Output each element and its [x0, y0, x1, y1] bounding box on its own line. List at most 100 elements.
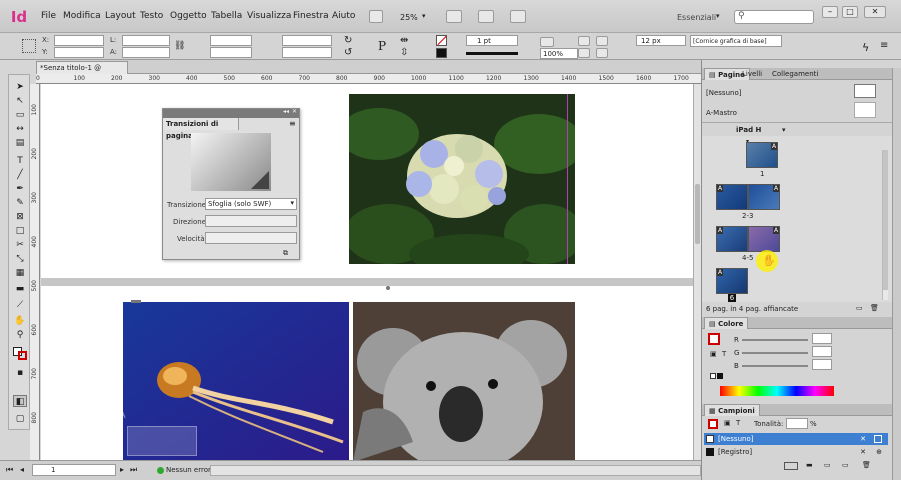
view-options-icon[interactable]	[446, 10, 462, 23]
apply-color-icon[interactable]: ▪	[13, 367, 27, 379]
chevron-down-icon[interactable]: ▾	[716, 12, 720, 20]
black-color-icon[interactable]	[717, 373, 723, 379]
spread-1[interactable]	[41, 84, 693, 278]
new-color-group-icon[interactable]: ▬	[806, 461, 813, 469]
stroke-swatch[interactable]	[436, 48, 447, 58]
scissors-tool-icon[interactable]: ✂	[13, 239, 27, 251]
tab-swatches[interactable]: ▦ Campioni	[704, 404, 760, 416]
preflight-status[interactable]: Nessun errore	[166, 466, 215, 474]
device-select[interactable]: iPad H	[736, 126, 761, 134]
screen-mode-icon[interactable]: ▢	[13, 413, 27, 425]
menu-aiuto[interactable]: Aiuto	[332, 11, 355, 21]
scale-y-field[interactable]	[210, 47, 252, 58]
trash-icon[interactable]: 🗑	[862, 461, 871, 469]
lightning-icon[interactable]: ϟ	[862, 41, 869, 54]
g-field[interactable]	[812, 346, 832, 357]
menu-testo[interactable]: Testo	[140, 11, 163, 21]
content-collector-icon[interactable]: ▤	[13, 137, 27, 149]
close-icon[interactable]: ✕	[864, 6, 886, 18]
none-master-thumb[interactable]	[854, 84, 876, 98]
r-slider[interactable]	[742, 339, 808, 341]
trash-icon[interactable]: 🗑	[870, 304, 879, 312]
arrange-documents-icon[interactable]	[510, 10, 526, 23]
menu-visualizza[interactable]: Visualizza	[247, 11, 291, 21]
height-field[interactable]	[122, 47, 170, 58]
chevron-down-icon[interactable]: ▾	[422, 12, 426, 20]
horizontal-scrollbar[interactable]	[210, 465, 701, 476]
tab-color[interactable]: ▤ Colore	[704, 317, 749, 329]
pages-scrollbar[interactable]	[882, 150, 888, 300]
page-1-thumb[interactable]: A	[746, 142, 778, 168]
swatch-options-icon[interactable]: ▭	[842, 461, 849, 469]
g-slider[interactable]	[742, 352, 808, 354]
free-transform-tool-icon[interactable]: ⤡	[13, 253, 27, 265]
color-spectrum[interactable]	[720, 386, 834, 396]
vertical-scrollbar[interactable]	[693, 84, 701, 460]
gradient-tool-icon[interactable]: ▦	[13, 267, 27, 279]
rectangle-tool-icon[interactable]: □	[13, 225, 27, 237]
page-field[interactable]: 1	[32, 464, 116, 476]
eyedropper-tool-icon[interactable]: ⟋	[13, 299, 27, 311]
page-4-thumb[interactable]: A	[716, 226, 748, 252]
workspace-switcher[interactable]: Essenziali	[677, 13, 716, 22]
shear-field[interactable]	[282, 47, 332, 58]
menu-modifica[interactable]: Modifica	[63, 11, 101, 21]
formatting-icon[interactable]: ▣	[710, 350, 717, 358]
pen-tool-icon[interactable]: ✒	[13, 183, 27, 195]
menu-file[interactable]: File	[41, 11, 56, 21]
rotate-cw-icon[interactable]: ↻	[344, 35, 352, 46]
rotate-ccw-icon[interactable]: ↺	[344, 47, 352, 58]
flip-horizontal-icon[interactable]: ⇹	[400, 35, 408, 46]
panel-menu-icon[interactable]: ≡	[880, 40, 888, 51]
line-tool-icon[interactable]: ╱	[13, 169, 27, 181]
close-icon[interactable]: ✕	[292, 108, 297, 115]
scale-x-field[interactable]	[210, 35, 252, 46]
flip-vertical-icon[interactable]: ⇳	[400, 47, 408, 58]
link-icon[interactable]: ⛓	[174, 41, 185, 51]
x-field[interactable]	[54, 35, 104, 46]
menu-oggetto[interactable]: Oggetto	[170, 11, 207, 21]
fill-stroke-icon[interactable]	[708, 333, 720, 345]
next-page-icon[interactable]: ▸	[120, 465, 124, 474]
panel-drag-bar[interactable]: ◂◂ ✕	[163, 108, 299, 118]
last-page-icon[interactable]: ⏭	[130, 465, 137, 475]
tab-links[interactable]: Collegamenti	[768, 68, 822, 80]
minimize-icon[interactable]: –	[822, 6, 838, 18]
formatting-icon[interactable]: ▣	[724, 419, 731, 427]
page-3-thumb[interactable]: A	[748, 184, 780, 210]
a-master-thumb[interactable]	[854, 102, 876, 118]
page-5-thumb[interactable]: A	[748, 226, 780, 252]
center-content-icon[interactable]	[578, 48, 590, 58]
width-field[interactable]	[122, 35, 170, 46]
fx-icon[interactable]	[540, 37, 554, 47]
tab-layers[interactable]: Livelli	[738, 68, 766, 80]
maximize-icon[interactable]: □	[842, 6, 858, 18]
none-color-icon[interactable]	[710, 373, 716, 379]
text-format-icon[interactable]: T	[736, 419, 740, 427]
swatch-row[interactable]: [Nessuno] ✕	[704, 433, 888, 445]
menu-layout[interactable]: Layout	[105, 11, 136, 21]
paragraph-icon[interactable]: P	[378, 39, 386, 53]
koala-image-frame[interactable]	[353, 302, 575, 460]
first-page-icon[interactable]: ⏮	[6, 465, 13, 475]
opacity-field[interactable]: 100%	[540, 48, 578, 59]
preview-mode-icon[interactable]: ◧	[13, 395, 27, 407]
hand-tool-icon[interactable]: ✋	[13, 315, 27, 327]
screen-mode-icon[interactable]	[478, 10, 494, 23]
transition-select[interactable]: Sfoglia (solo SWF) ▾	[205, 198, 297, 210]
new-page-icon[interactable]: ▭	[856, 304, 863, 312]
zoom-level[interactable]: 25%	[400, 13, 418, 22]
b-slider[interactable]	[742, 365, 808, 367]
search-input[interactable]: ⚲	[734, 10, 814, 24]
y-field[interactable]	[54, 47, 104, 58]
rectangle-frame-tool-icon[interactable]: ⊠	[13, 211, 27, 223]
menu-tabella[interactable]: Tabella	[211, 11, 242, 21]
stroke-weight-field[interactable]: 1 pt	[466, 35, 518, 46]
stroke-type-preview[interactable]	[466, 52, 518, 55]
scroll-thumb[interactable]	[695, 184, 700, 244]
page-6-thumb[interactable]: A	[716, 268, 748, 294]
fit-content-icon[interactable]	[596, 36, 608, 46]
chevron-down-icon[interactable]: ▾	[782, 126, 786, 134]
fill-stroke-icon[interactable]	[708, 419, 718, 429]
none-master[interactable]: [Nessuno]	[706, 89, 741, 97]
